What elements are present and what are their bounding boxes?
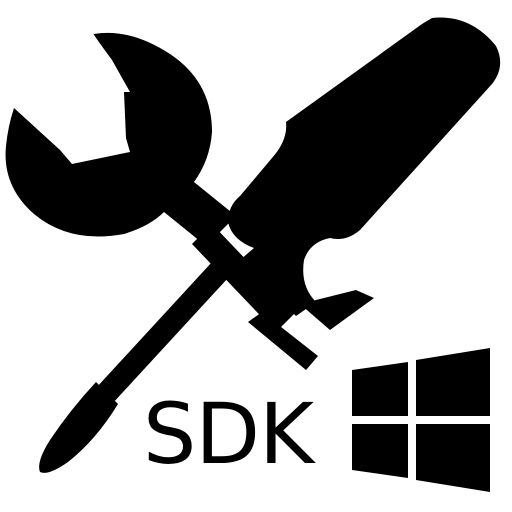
windows-logo-icon — [352, 348, 490, 492]
wrench-icon — [5, 32, 236, 246]
sdk-label: SDK — [143, 385, 314, 483]
sdk-icon: SDK — [0, 0, 512, 512]
